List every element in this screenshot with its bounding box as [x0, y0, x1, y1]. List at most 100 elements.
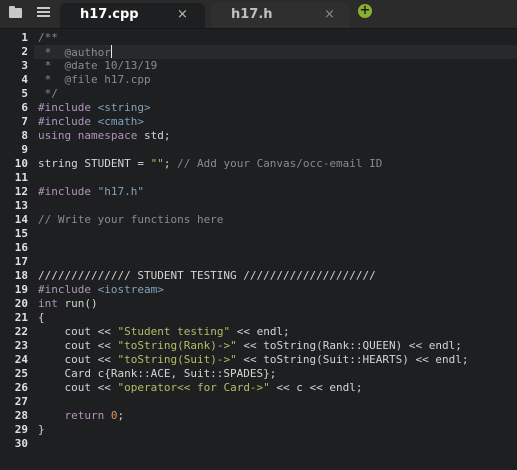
- code-line: return 0;: [38, 409, 124, 423]
- code-line: ////////////// STUDENT TESTING /////////…: [38, 269, 376, 283]
- line-number: 8: [21, 129, 28, 142]
- line-number: 2: [21, 45, 28, 58]
- tab-h17-cpp[interactable]: h17.cpp ×: [60, 3, 205, 28]
- code-token: // Add your Canvas/occ-email ID: [177, 157, 383, 170]
- code-token: "Student testing": [117, 325, 231, 338]
- line-number: 10: [14, 157, 28, 170]
- code-token: #include: [38, 185, 98, 198]
- editor-window: h17.cpp × h17.h × + 1 2 3 4 5 6 7 8 9 10 11 12 13 14 1…: [0, 0, 517, 470]
- code-token: string STUDENT =: [38, 157, 151, 170]
- close-icon[interactable]: ×: [177, 7, 188, 22]
- code-line: using namespace std;: [38, 129, 170, 143]
- code-token: * @file h17.cpp: [38, 73, 151, 86]
- code-token: }: [38, 423, 45, 436]
- code-line: int run(): [38, 297, 98, 311]
- code-line: cout << "operator<< for Card->" << c << …: [38, 381, 363, 395]
- code-line: cout << "toString(Rank)->" << toString(R…: [38, 339, 462, 353]
- code-line: /**: [38, 31, 58, 45]
- code-line: }: [38, 423, 45, 437]
- line-number: 20: [14, 297, 28, 310]
- code-token: run(): [64, 297, 98, 310]
- code-line: Card c{Rank::ACE, Suit::SPADES};: [38, 367, 276, 381]
- code-token: // Write your functions here: [38, 213, 224, 226]
- folder-icon[interactable]: [9, 6, 23, 20]
- line-number: 28: [14, 409, 28, 422]
- line-number: 30: [14, 437, 28, 450]
- code-line: #include "h17.h": [38, 185, 144, 199]
- tab-bar: h17.cpp × h17.h × +: [0, 0, 517, 29]
- code-token: ;: [163, 157, 178, 170]
- line-number: 22: [14, 325, 28, 338]
- code-token: /**: [38, 31, 58, 44]
- code-token: ////////////// STUDENT TESTING /////////…: [38, 269, 376, 282]
- code-token: cout <<: [38, 381, 118, 394]
- code-token: <cmath>: [97, 115, 144, 128]
- line-number: 1: [21, 31, 28, 44]
- text-cursor: [110, 45, 112, 58]
- line-number: 24: [14, 353, 28, 366]
- tab-h17-h[interactable]: h17.h ×: [211, 3, 350, 28]
- code-line: string STUDENT = ""; // Add your Canvas/…: [38, 157, 382, 171]
- line-number: 18: [14, 269, 28, 282]
- file-list-icon[interactable]: [37, 6, 51, 20]
- code-area[interactable]: /** * @author * @date 10/13/19 * @file h…: [34, 29, 517, 470]
- line-number: 27: [14, 395, 28, 408]
- code-line: */: [38, 87, 58, 101]
- code-token: << c << endl;: [269, 381, 363, 394]
- code-token: "": [150, 157, 164, 170]
- line-number: 21: [14, 311, 28, 324]
- line-number: 16: [14, 241, 28, 254]
- code-token: <string>: [97, 101, 151, 114]
- add-tab-icon[interactable]: +: [358, 4, 372, 18]
- code-token: ;: [117, 409, 125, 422]
- line-number: 11: [14, 171, 28, 184]
- code-token: std;: [143, 129, 171, 142]
- code-line: * @date 10/13/19: [38, 59, 158, 73]
- code-token: {: [38, 311, 45, 324]
- code-token: << toString(Suit::HEARTS) << endl;: [236, 353, 469, 366]
- line-number: 17: [14, 255, 28, 268]
- line-number: 5: [21, 87, 28, 100]
- code-token: "h17.h": [97, 185, 144, 198]
- code-token: * @date 10/13/19: [38, 59, 158, 72]
- code-editor: 1 2 3 4 5 6 7 8 9 10 11 12 13 14 15 16 17 18 19 20 21 22 23 24 2…: [0, 29, 517, 470]
- code-token: << endl;: [230, 325, 290, 338]
- code-token: "operator<< for Card->": [117, 381, 270, 394]
- line-number: 7: [21, 115, 28, 128]
- code-line: cout << "toString(Suit)->" << toString(S…: [38, 353, 469, 367]
- line-number-gutter: 1 2 3 4 5 6 7 8 9 10 11 12 13 14 15 16 17 18 19 20 21 22 23 24 2…: [0, 29, 34, 470]
- tab-label: h17.h: [231, 7, 273, 22]
- close-icon[interactable]: ×: [324, 7, 335, 22]
- code-line: * @author: [38, 45, 112, 59]
- code-token: return: [38, 409, 111, 422]
- code-token: <iostream>: [97, 283, 164, 296]
- code-line: * @file h17.cpp: [38, 73, 151, 87]
- code-token: #include: [38, 283, 98, 296]
- code-token: cout <<: [38, 325, 118, 338]
- code-token: << toString(Rank::QUEEN) << endl;: [236, 339, 462, 352]
- line-number: 23: [14, 339, 28, 352]
- line-number: 25: [14, 367, 28, 380]
- code-line: cout << "Student testing" << endl;: [38, 325, 290, 339]
- line-number: 26: [14, 381, 28, 394]
- code-line: #include <cmath>: [38, 115, 144, 129]
- line-number: 3: [21, 59, 28, 72]
- line-number: 12: [14, 185, 28, 198]
- line-number: 4: [21, 73, 28, 86]
- code-token: cout <<: [38, 339, 118, 352]
- line-number: 19: [14, 283, 28, 296]
- code-line: #include <iostream>: [38, 283, 164, 297]
- code-token: */: [38, 87, 58, 100]
- line-number: 6: [21, 101, 28, 114]
- code-token: Card c{Rank::ACE, Suit::SPADES};: [38, 367, 277, 380]
- code-line: {: [38, 311, 45, 325]
- code-token: using namespace: [38, 129, 144, 142]
- code-line: // Write your functions here: [38, 213, 223, 227]
- code-token: #include: [38, 101, 98, 114]
- line-number: 15: [14, 227, 28, 240]
- tab-label: h17.cpp: [80, 7, 139, 22]
- code-token: "toString(Suit)->": [117, 353, 237, 366]
- code-token: cout <<: [38, 353, 118, 366]
- line-number: 9: [21, 143, 28, 156]
- code-line: #include <string>: [38, 101, 151, 115]
